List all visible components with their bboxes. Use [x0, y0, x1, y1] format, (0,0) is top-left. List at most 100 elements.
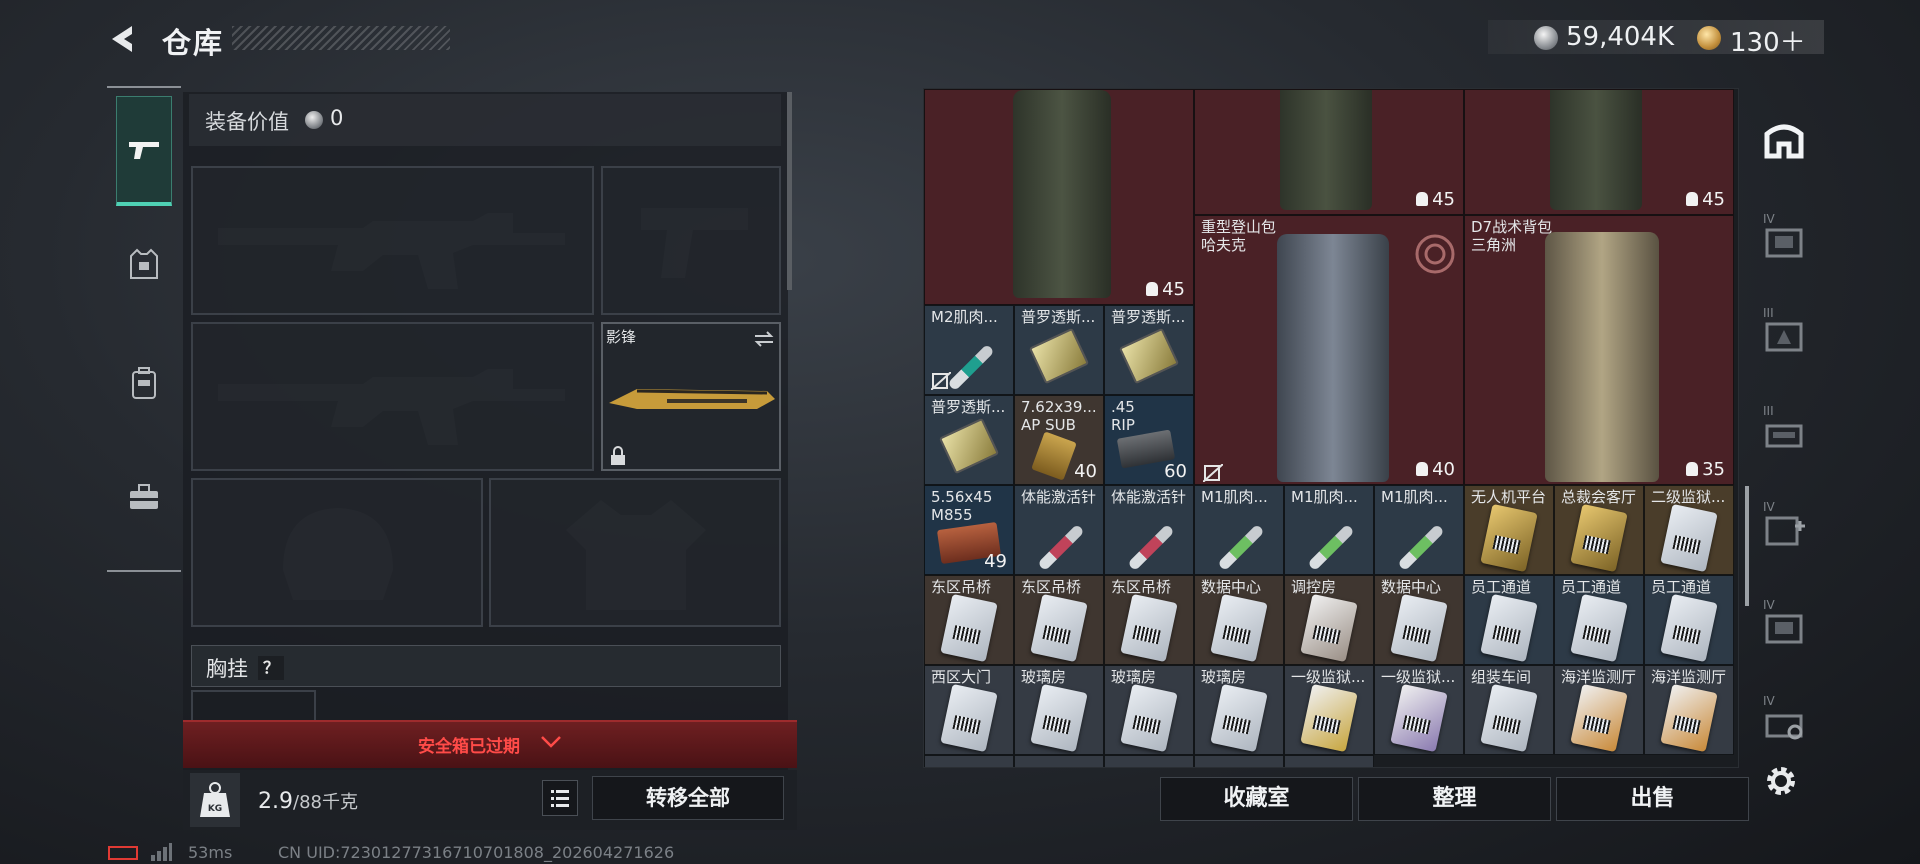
nav-safebox[interactable] [116, 442, 172, 552]
sort-button[interactable]: 整理 [1358, 777, 1551, 821]
stash-home-tab[interactable] [1759, 116, 1809, 166]
inventory-item[interactable]: 普罗透斯... [924, 395, 1014, 485]
stash-tab[interactable]: IV [1759, 212, 1809, 264]
inventory-item[interactable]: 7.62x39... AP SUB 40 [1014, 395, 1104, 485]
inventory-item[interactable]: 员工通道 [1554, 575, 1644, 665]
triangle-coin-icon[interactable] [1697, 26, 1721, 50]
chest-rig-help-button[interactable]: ？ [258, 656, 284, 680]
stash-tab-tier: III [1763, 404, 1774, 418]
collection-room-button[interactable]: 收藏室 [1160, 777, 1353, 821]
access-card-icon [940, 593, 998, 663]
inventory-item[interactable]: 普罗透斯... [1014, 305, 1104, 395]
inventory-item[interactable]: M2肌肉... [924, 305, 1014, 395]
inventory-item[interactable]: 二级监狱... [1644, 485, 1734, 575]
inventory-item[interactable] [1014, 755, 1104, 767]
secondary-weapon-slot[interactable] [601, 166, 781, 315]
inventory-item[interactable]: 一级监狱... [1374, 665, 1464, 755]
chest-rig-slot[interactable] [191, 690, 316, 722]
inventory-item[interactable]: 5.56x45 M855 49 [924, 485, 1014, 575]
item-name: 体能激活针 [1021, 488, 1097, 506]
inventory-item[interactable]: 玻璃房 [1104, 665, 1194, 755]
inventory-item[interactable]: 数据中心 [1194, 575, 1284, 665]
inventory-item[interactable]: 无人机平台 [1464, 485, 1554, 575]
shadow-blade-icon [609, 389, 775, 409]
injector-icon [1217, 523, 1265, 572]
access-card-icon [1390, 683, 1448, 753]
stash-tab[interactable]: III [1759, 404, 1809, 456]
backup-weapon-slot[interactable] [191, 322, 594, 471]
item-name: 海洋监测厅 [1651, 668, 1727, 686]
inventory-item[interactable]: 调控房 [1284, 575, 1374, 665]
stash-tab[interactable]: IV [1759, 694, 1809, 746]
stash-tab[interactable]: III [1759, 306, 1809, 358]
helmet-slot[interactable] [191, 478, 483, 627]
inventory-item[interactable]: .45 RIP 60 [1104, 395, 1194, 485]
ammo-rounds-icon [1031, 431, 1077, 481]
backpack-item[interactable]: 45 [1194, 89, 1464, 215]
inventory-item[interactable]: 东区吊桥 [924, 575, 1014, 665]
inventory-item[interactable]: 一级监狱... [1284, 665, 1374, 755]
back-arrow-icon[interactable] [106, 22, 140, 56]
inventory-item[interactable]: 普罗透斯... [1104, 305, 1194, 395]
nav-weapons[interactable] [116, 96, 172, 206]
access-card-icon [1210, 593, 1268, 663]
inventory-item[interactable]: 员工通道 [1644, 575, 1734, 665]
access-card-icon [1660, 683, 1718, 753]
item-name-line: RIP [1111, 416, 1135, 434]
backpack-item[interactable]: D7战术背包 三角洲 35 [1464, 215, 1734, 485]
backpack-item[interactable]: 45 [924, 89, 1194, 305]
body-armor-slot[interactable] [489, 478, 781, 627]
list-view-button[interactable] [542, 780, 578, 816]
inventory-item[interactable] [1284, 755, 1374, 767]
inventory-item[interactable] [924, 755, 1014, 767]
stash-tab[interactable]: IV [1759, 500, 1809, 552]
stash-tab[interactable]: IV [1759, 598, 1809, 650]
target-mark-icon [1415, 234, 1455, 274]
inventory-item[interactable]: M1肌肉... [1374, 485, 1464, 575]
inventory-item[interactable]: 体能激活针 [1014, 485, 1104, 575]
inventory-item[interactable]: 海洋监测厅 [1644, 665, 1734, 755]
stash-scrollbar[interactable] [1745, 486, 1749, 606]
inventory-item[interactable]: 海洋监测厅 [1554, 665, 1644, 755]
primary-weapon-slot[interactable] [191, 166, 594, 315]
inventory-item[interactable] [1104, 755, 1194, 767]
battery-icon [108, 846, 138, 860]
inventory-item[interactable]: 组装车间 [1464, 665, 1554, 755]
backpack-item[interactable]: 45 [1464, 89, 1734, 215]
sell-button[interactable]: 出售 [1556, 777, 1749, 821]
access-card-icon [1480, 683, 1538, 753]
inventory-item[interactable]: 体能激活针 [1104, 485, 1194, 575]
nav-backpack[interactable] [116, 328, 172, 438]
inventory-item[interactable]: 玻璃房 [1194, 665, 1284, 755]
no-insure-icon [931, 372, 951, 390]
inventory-item[interactable]: 东区吊桥 [1014, 575, 1104, 665]
stash-grid[interactable]: 45 45 45 重型登山包 哈夫克 40 D7战术背包 三角洲 35 M2肌肉… [923, 88, 1739, 768]
stash-tab-tier: IV [1763, 500, 1775, 514]
item-name: M1肌肉... [1201, 488, 1268, 506]
swap-arrows-icon[interactable] [753, 330, 775, 348]
access-card-icon [1480, 503, 1538, 573]
item-count: 40 [1074, 461, 1097, 482]
inventory-item[interactable]: 玻璃房 [1014, 665, 1104, 755]
transfer-all-button[interactable]: 转移全部 [592, 776, 784, 820]
item-name: 玻璃房 [1021, 668, 1067, 686]
gear-icon[interactable] [1762, 762, 1800, 800]
stash-tab-tier: IV [1763, 694, 1775, 708]
item-name: 西区大门 [931, 668, 992, 686]
inventory-item[interactable]: M1肌肉... [1284, 485, 1374, 575]
inventory-item[interactable]: 西区大门 [924, 665, 1014, 755]
nav-armor[interactable] [116, 210, 172, 320]
inventory-item[interactable] [1194, 755, 1284, 767]
inventory-item[interactable]: 数据中心 [1374, 575, 1464, 665]
item-name: M1肌肉... [1291, 488, 1358, 506]
inventory-item[interactable]: 总裁会客厅 [1554, 485, 1644, 575]
inventory-item[interactable]: 东区吊桥 [1104, 575, 1194, 665]
inventory-item[interactable]: 员工通道 [1464, 575, 1554, 665]
equipment-scrollbar[interactable] [787, 92, 792, 290]
chevron-down-icon[interactable] [540, 734, 562, 750]
item-name: 普罗透斯... [1021, 308, 1096, 326]
item-name: 员工通道 [1561, 578, 1622, 596]
injector-icon [947, 343, 995, 392]
token-amount[interactable]: 130＋ [1730, 22, 1806, 59]
inventory-item[interactable]: M1肌肉... [1194, 485, 1284, 575]
